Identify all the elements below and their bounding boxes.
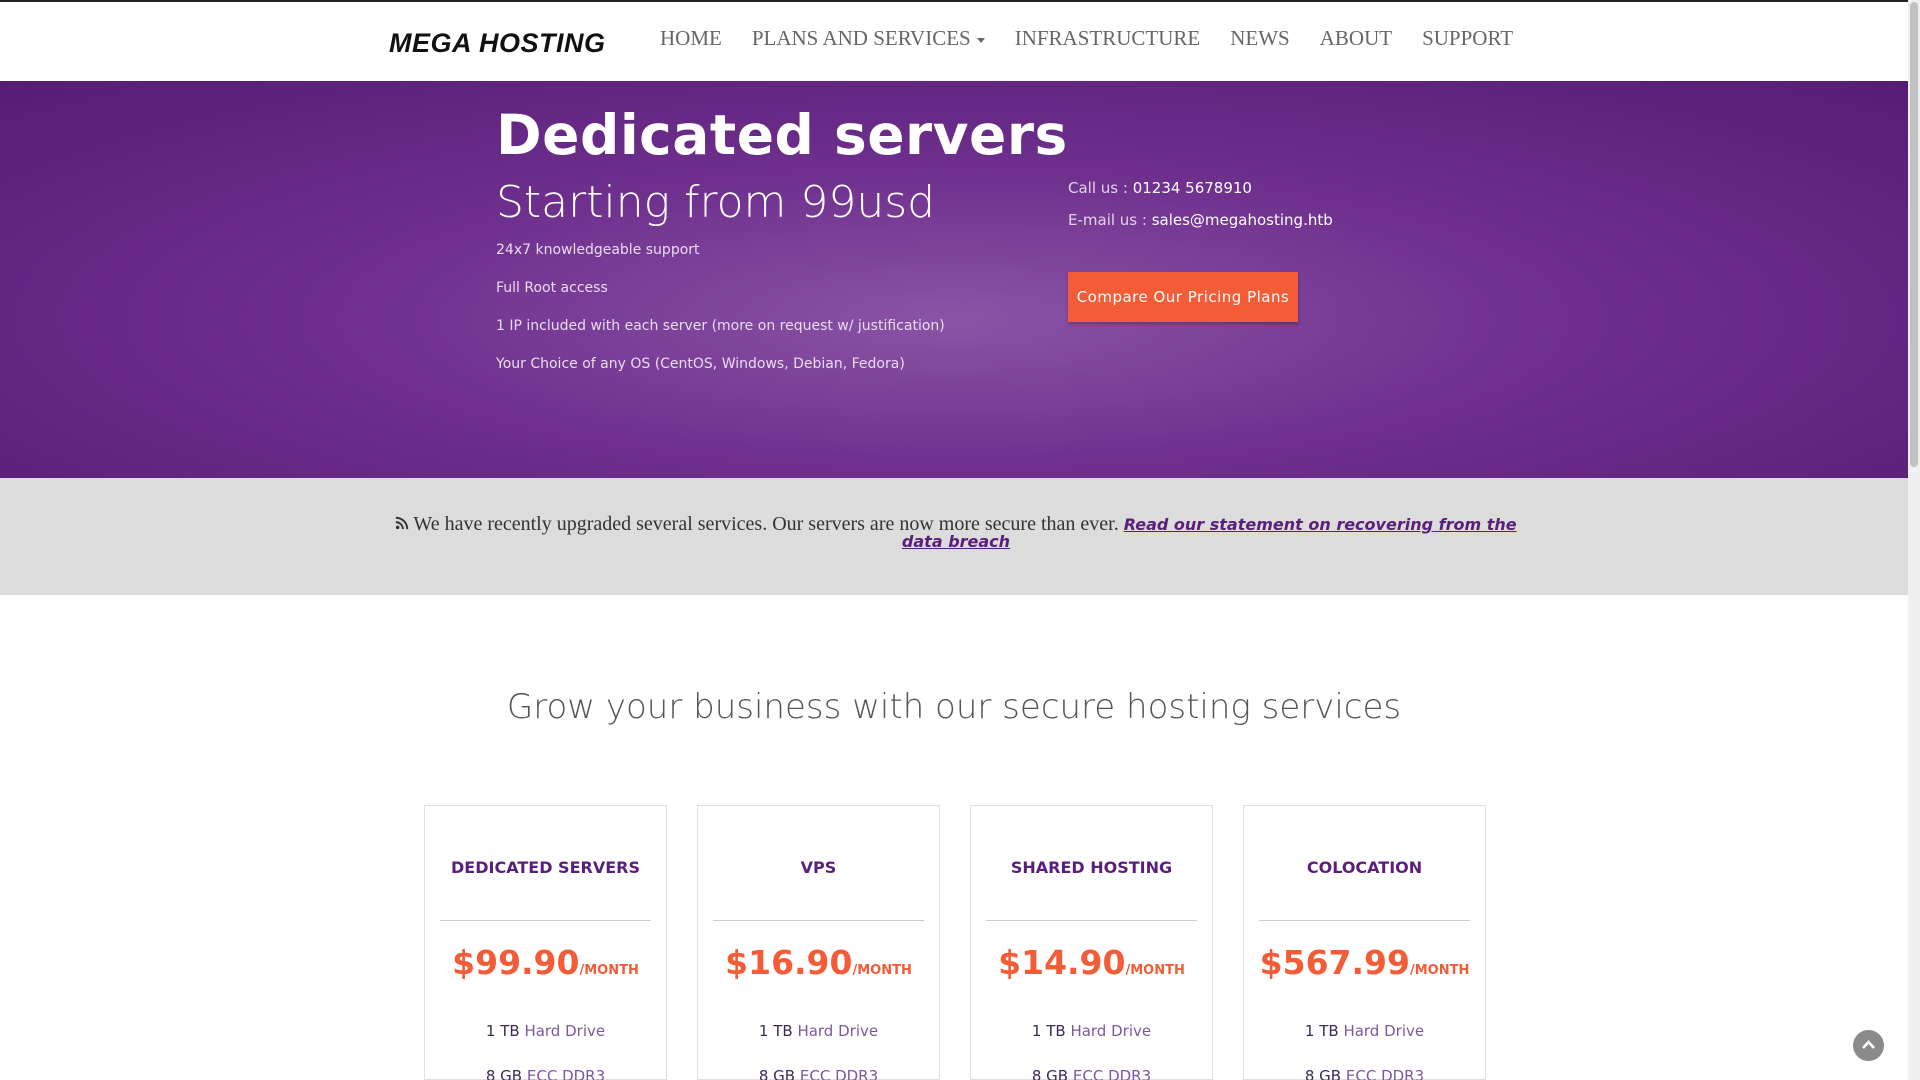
chevron-up-icon <box>1862 1040 1875 1049</box>
announcement-band: We have recently upgraded several servic… <box>0 478 1908 595</box>
plan-feature: 8 GB ECC DDR3 <box>1244 1067 1485 1080</box>
nav-news[interactable]: NEWS <box>1230 26 1290 51</box>
plan-price: $567.99/MONTH <box>1244 943 1485 982</box>
divider <box>713 920 924 921</box>
hero-subtitle: Starting from 99usd <box>496 177 936 228</box>
price-amount: $567.99 <box>1259 943 1410 982</box>
plan-card-vps[interactable]: VPS $16.90/MONTH 1 TB Hard Drive 8 GB EC… <box>697 805 940 1080</box>
contact-email: E-mail us : sales@megahosting.htb <box>1068 211 1333 243</box>
feature-value: 1 TB <box>1031 1022 1066 1040</box>
feature-value: 1 TB <box>758 1022 793 1040</box>
pricing-cards: DEDICATED SERVERS $99.90/MONTH 1 TB Hard… <box>424 805 1516 1080</box>
feature-value: 1 TB <box>1304 1022 1339 1040</box>
announcement-text-block: We have recently upgraded several servic… <box>386 513 1526 550</box>
feature-label: Hard Drive <box>1343 1022 1425 1040</box>
price-amount: $14.90 <box>998 943 1126 982</box>
feature-label: Hard Drive <box>1070 1022 1152 1040</box>
hero-banner: Dedicated servers Starting from 99usd 24… <box>0 81 1908 478</box>
hero-title: Dedicated servers <box>496 103 1068 167</box>
site-logo[interactable]: MEGA HOSTING <box>389 28 606 59</box>
email-label: E-mail us : <box>1068 211 1152 229</box>
hero-feature: Full Root access <box>496 280 608 296</box>
price-period: /MONTH <box>579 963 639 978</box>
phone-label: Call us : <box>1068 179 1133 197</box>
plan-price: $99.90/MONTH <box>425 943 666 982</box>
feature-value: 8 GB <box>485 1067 523 1080</box>
plan-name: VPS <box>800 858 837 877</box>
divider <box>440 920 651 921</box>
feature-value: 1 TB <box>485 1022 520 1040</box>
plan-card-colocation[interactable]: COLOCATION $567.99/MONTH 1 TB Hard Drive… <box>1243 805 1486 1080</box>
feature-label: ECC DDR3 <box>526 1067 606 1080</box>
scroll-to-top-button[interactable] <box>1853 1030 1884 1061</box>
feature-label: Hard Drive <box>524 1022 606 1040</box>
main-nav: HOME PLANS AND SERVICES INFRASTRUCTURE N… <box>660 26 1543 51</box>
section-title: Grow your business with our secure hosti… <box>506 687 1402 727</box>
plan-feature: 1 TB Hard Drive <box>971 1022 1212 1040</box>
plan-price: $14.90/MONTH <box>971 943 1212 982</box>
plan-name: DEDICATED SERVERS <box>451 858 640 877</box>
divider <box>1259 920 1470 921</box>
feature-value: 8 GB <box>1031 1067 1069 1080</box>
hero-feature: 24x7 knowledgeable support <box>496 242 700 258</box>
nav-home[interactable]: HOME <box>660 26 722 51</box>
phone-number[interactable]: 01234 5678910 <box>1133 179 1252 197</box>
compare-pricing-button[interactable]: Compare Our Pricing Plans <box>1068 272 1298 322</box>
divider <box>986 920 1197 921</box>
feature-value: 8 GB <box>1304 1067 1342 1080</box>
rss-icon <box>396 516 409 530</box>
feature-label: ECC DDR3 <box>1072 1067 1152 1080</box>
nav-plans-label: PLANS AND SERVICES <box>751 26 971 50</box>
plan-name: COLOCATION <box>1306 858 1423 877</box>
feature-label: ECC DDR3 <box>1345 1067 1425 1080</box>
email-address[interactable]: sales@megahosting.htb <box>1152 211 1333 229</box>
nav-plans-and-services[interactable]: PLANS AND SERVICES <box>752 26 985 51</box>
top-navbar: MEGA HOSTING HOME PLANS AND SERVICES INF… <box>0 0 1908 81</box>
plan-feature: 8 GB ECC DDR3 <box>425 1067 666 1080</box>
feature-label: Hard Drive <box>797 1022 879 1040</box>
nav-support[interactable]: SUPPORT <box>1422 26 1513 51</box>
feature-label: ECC DDR3 <box>799 1067 879 1080</box>
page-scrollbar[interactable] <box>1908 0 1920 1080</box>
contact-phone: Call us : 01234 5678910 <box>1068 179 1333 211</box>
plan-card-dedicated-servers[interactable]: DEDICATED SERVERS $99.90/MONTH 1 TB Hard… <box>424 805 667 1080</box>
plan-feature: 8 GB ECC DDR3 <box>971 1067 1212 1080</box>
nav-about[interactable]: ABOUT <box>1320 26 1392 51</box>
plan-price: $16.90/MONTH <box>698 943 939 982</box>
plan-card-shared-hosting[interactable]: SHARED HOSTING $14.90/MONTH 1 TB Hard Dr… <box>970 805 1213 1080</box>
feature-value: 8 GB <box>758 1067 796 1080</box>
plan-name: SHARED HOSTING <box>1010 858 1173 877</box>
hero-feature: Your Choice of any OS (CentOS, Windows, … <box>496 356 905 372</box>
caret-down-icon <box>976 37 985 43</box>
nav-infrastructure[interactable]: INFRASTRUCTURE <box>1015 26 1201 51</box>
price-period: /MONTH <box>852 963 912 978</box>
scrollbar-thumb[interactable] <box>1910 2 1918 467</box>
plan-feature: 8 GB ECC DDR3 <box>698 1067 939 1080</box>
plan-feature: 1 TB Hard Drive <box>1244 1022 1485 1040</box>
price-period: /MONTH <box>1125 963 1185 978</box>
price-amount: $16.90 <box>725 943 853 982</box>
price-period: /MONTH <box>1409 963 1470 978</box>
contact-info: Call us : 01234 5678910 E-mail us : sale… <box>1068 179 1333 243</box>
plan-feature: 1 TB Hard Drive <box>698 1022 939 1040</box>
hero-feature: 1 IP included with each server (more on … <box>496 318 945 334</box>
plan-feature: 1 TB Hard Drive <box>425 1022 666 1040</box>
hero-feature-list: 24x7 knowledgeable support Full Root acc… <box>496 240 945 392</box>
announcement-text: We have recently upgraded several servic… <box>413 513 1119 535</box>
price-amount: $99.90 <box>452 943 580 982</box>
